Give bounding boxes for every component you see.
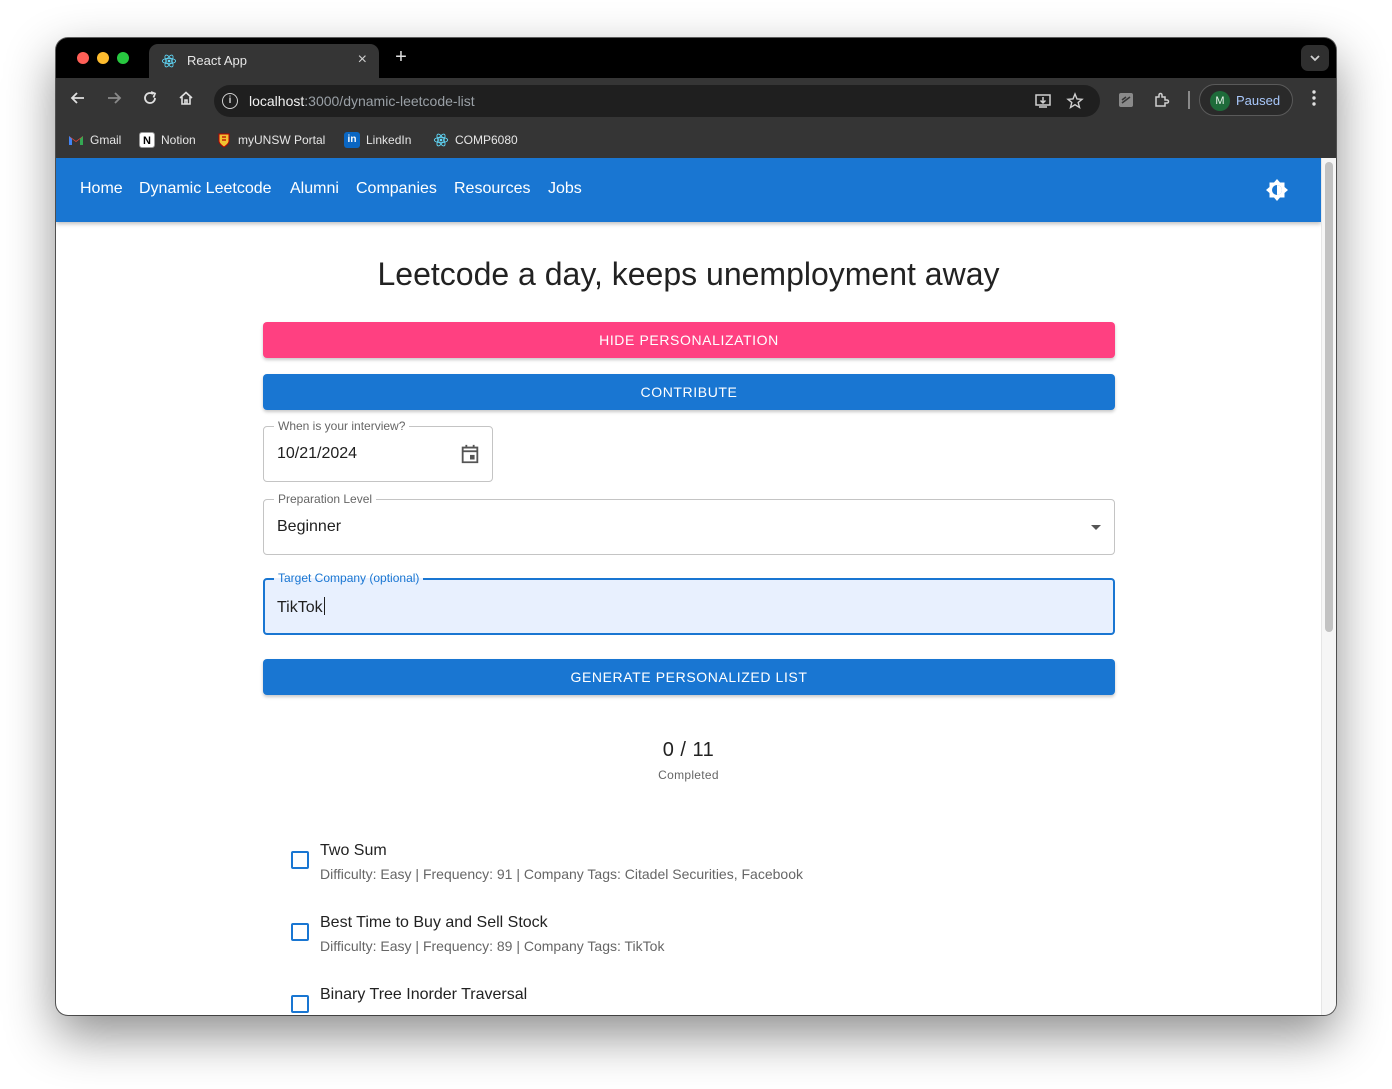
bookmark-label: Notion [161,133,196,147]
bookmark-comp6080[interactable]: COMP6080 [433,130,518,150]
react-icon [161,54,177,68]
generate-list-button[interactable]: GENERATE PERSONALIZED LIST [263,659,1115,695]
maximize-window-button[interactable] [117,52,129,64]
home-icon [179,91,193,105]
forward-button[interactable] [104,90,124,110]
profile-status: Paused [1236,93,1281,108]
progress-label: Completed [658,768,719,782]
page-scrollbar[interactable] [1321,158,1336,1015]
back-button[interactable] [68,90,88,110]
chevron-down-icon [1310,55,1320,62]
back-arrow-icon [70,92,84,104]
bookmark-gmail[interactable]: Gmail [68,130,121,150]
unsw-icon [218,133,230,148]
bookmark-label: Gmail [90,133,122,147]
page-title: Leetcode a day, keeps unemployment away [377,256,1000,292]
app-navbar: Home Dynamic Leetcode Alumni Companies R… [56,158,1321,222]
text-cursor [323,597,325,615]
problem-title[interactable]: Best Time to Buy and Sell Stock [320,914,548,932]
tab-title: React App [187,53,247,68]
bookmark-label: COMP6080 [455,133,518,147]
site-info-icon[interactable]: i [222,93,238,109]
scrollbar-thumb[interactable] [1325,162,1333,632]
extensions-puzzle-icon[interactable] [1153,91,1171,109]
problem-item: Two Sum Difficulty: Easy | Frequency: 91… [290,836,1110,896]
react-icon [433,133,449,147]
nav-dynamic-leetcode[interactable]: Dynamic Leetcode [139,180,272,198]
calendar-icon[interactable] [459,443,481,465]
nav-home[interactable]: Home [80,180,123,198]
notion-icon: N [139,132,155,148]
reload-button[interactable] [140,90,160,110]
address-bar[interactable]: i localhost:3000/dynamic-leetcode-list [214,85,1100,117]
tab-strip: React App × + [56,38,1336,78]
nav-resources[interactable]: Resources [454,180,530,198]
problem-item: Best Time to Buy and Sell Stock Difficul… [290,908,1110,968]
extension-icon[interactable] [1117,91,1135,109]
bookmark-notion[interactable]: N Notion [139,130,196,150]
install-app-icon[interactable] [1034,92,1052,115]
contribute-button[interactable]: CONTRIBUTE [263,374,1115,410]
problem-title[interactable]: Two Sum [320,842,387,860]
minimize-window-button[interactable] [97,52,109,64]
problem-checkbox[interactable] [291,851,309,869]
profile-button[interactable]: M Paused [1199,84,1293,116]
home-button[interactable] [176,90,196,110]
target-company-value[interactable]: TikTok [277,597,325,617]
problem-checkbox[interactable] [291,995,309,1013]
bookmarks-bar: Gmail N Notion myUNSW Portal in LinkedIn… [56,122,1336,158]
interview-date-value[interactable]: 10/21/2024 [277,445,357,463]
more-vert-icon [1312,90,1316,106]
dropdown-arrow-icon[interactable] [1091,525,1101,530]
reload-icon [144,91,157,104]
gmail-icon [69,136,83,145]
toolbar-separator [1188,91,1190,109]
tab-close-icon[interactable]: × [358,51,367,69]
bookmark-star-icon[interactable] [1066,92,1084,115]
tab-search-button[interactable] [1301,45,1329,71]
page-viewport: Home Dynamic Leetcode Alumni Companies R… [56,158,1336,1015]
forward-arrow-icon [108,92,122,104]
browser-tab[interactable]: React App × [149,44,379,78]
preparation-level-value: Beginner [277,518,342,535]
browser-window: React App × + i localhost:3000/dynamic-l… [56,38,1336,1015]
target-company-label: Target Company (optional) [274,571,424,585]
bookmark-label: LinkedIn [366,133,412,147]
hide-personalization-button[interactable]: HIDE PERSONALIZATION [263,322,1115,358]
bookmark-myunsw[interactable]: myUNSW Portal [216,130,325,150]
problem-title[interactable]: Binary Tree Inorder Traversal [320,986,527,1004]
bookmark-label: myUNSW Portal [238,133,326,147]
preparation-level-label: Preparation Level [274,492,377,506]
browser-toolbar: i localhost:3000/dynamic-leetcode-list M… [56,78,1336,122]
problem-checkbox[interactable] [291,923,309,941]
nav-jobs[interactable]: Jobs [548,180,582,198]
interview-date-field[interactable]: When is your interview? 10/21/2024 [263,419,493,482]
browser-menu-button[interactable] [1306,90,1322,110]
nav-alumni[interactable]: Alumni [290,180,339,198]
problem-item: Binary Tree Inorder Traversal [290,980,1110,1015]
progress-count: 0 / 11 [662,739,715,761]
problem-meta: Difficulty: Easy | Frequency: 91 | Compa… [320,866,803,882]
problem-meta: Difficulty: Easy | Frequency: 89 | Compa… [320,938,665,954]
new-tab-button[interactable]: + [390,45,412,69]
bookmark-linkedin[interactable]: in LinkedIn [344,130,411,150]
nav-companies[interactable]: Companies [356,180,437,198]
target-company-input[interactable]: Target Company (optional) TikTok [263,571,1115,635]
linkedin-icon: in [344,132,360,148]
url-text[interactable]: localhost:3000/dynamic-leetcode-list [249,93,475,109]
close-window-button[interactable] [77,52,89,64]
interview-date-label: When is your interview? [274,419,410,433]
preparation-level-select[interactable]: Preparation Level Beginner [263,492,1115,555]
avatar: M [1210,91,1230,111]
theme-toggle-icon[interactable] [1265,178,1289,202]
